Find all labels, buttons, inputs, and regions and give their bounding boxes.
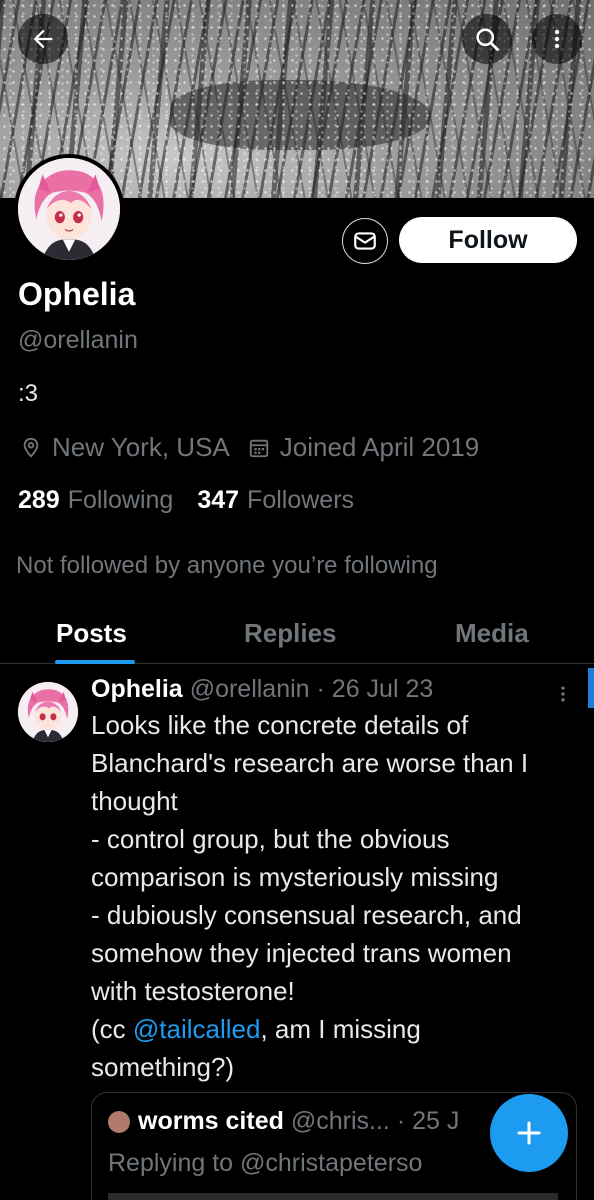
active-tab-indicator	[55, 660, 135, 664]
more-button[interactable]	[532, 14, 582, 64]
post-author[interactable]: Ophelia	[91, 675, 183, 704]
profile-bio: :3	[18, 380, 39, 407]
post-line: Blanchard's research are worse than I	[91, 748, 529, 778]
tab-posts[interactable]: Posts	[56, 618, 127, 649]
cc-prefix: (cc	[91, 1014, 133, 1044]
arrow-left-icon	[33, 29, 53, 49]
profile-joined: Joined April 2019	[279, 432, 480, 462]
following-count: 289	[18, 486, 60, 514]
profile-meta: New York, USA Joined April 2019	[20, 432, 479, 463]
post-line: somehow they injected trans women	[91, 938, 512, 968]
scroll-indicator[interactable]	[588, 668, 594, 708]
followers-count: 347	[197, 486, 240, 514]
location-icon	[20, 436, 42, 460]
calendar-icon	[248, 436, 270, 460]
profile-avatar[interactable]	[14, 154, 124, 264]
quoted-post-author: worms cited	[138, 1107, 284, 1135]
quoted-post-avatar	[108, 1110, 130, 1133]
post-line: - dubiously consensual research, and	[91, 900, 522, 930]
following-link[interactable]: 289 Following	[18, 486, 173, 515]
post-line: Looks like the concrete details of	[91, 710, 469, 740]
more-vertical-icon	[554, 29, 560, 49]
post-line: thought	[91, 786, 178, 816]
search-button[interactable]	[462, 14, 512, 64]
post-line: - control group, but the obvious	[91, 824, 450, 854]
post-avatar-image	[18, 682, 78, 742]
profile-stats: 289 Following 347 Followers	[18, 486, 378, 515]
profile-name: Ophelia	[18, 276, 136, 312]
tab-media[interactable]: Media	[455, 618, 529, 649]
cc-suffix: , am I missing	[260, 1014, 421, 1044]
post-line: comparison is mysteriously missing	[91, 862, 499, 892]
post-meta: @orellanin · 26 Jul 23	[189, 675, 434, 703]
mention-link[interactable]: @tailcalled	[133, 1014, 261, 1044]
quoted-post-content-preview	[108, 1193, 558, 1200]
profile-location: New York, USA	[52, 432, 230, 462]
avatar-image	[18, 158, 120, 260]
following-label: Following	[67, 486, 174, 514]
followers-link[interactable]: 347 Followers	[197, 486, 354, 515]
tab-replies[interactable]: Replies	[244, 618, 337, 649]
post-line: something?)	[91, 1052, 235, 1082]
followers-label: Followers	[247, 486, 355, 514]
message-button[interactable]	[342, 218, 388, 264]
post-body: Looks like the concrete details of Blanc…	[91, 706, 586, 1086]
search-icon	[476, 28, 499, 51]
profile-tabs: Posts Replies Media	[0, 604, 594, 664]
not-followed-notice: Not followed by anyone you’re following	[16, 552, 438, 579]
profile-handle: @orellanin	[18, 326, 138, 354]
back-button[interactable]	[18, 14, 68, 64]
post-line: with testosterone!	[91, 976, 295, 1006]
quoted-post-reply-context: Replying to @christapeterso	[108, 1149, 423, 1177]
follow-button[interactable]: Follow	[399, 217, 577, 263]
post-avatar[interactable]	[18, 682, 78, 742]
quoted-post-meta: @chris... · 25 J	[290, 1107, 460, 1135]
post-line-cc: (cc @tailcalled, am I missing	[91, 1010, 586, 1048]
compose-button[interactable]	[490, 1094, 568, 1172]
quoted-post-header: worms cited @chris... · 25 J	[108, 1107, 459, 1136]
more-vertical-icon	[561, 686, 565, 702]
mail-icon	[354, 232, 376, 250]
plus-icon	[517, 1121, 541, 1145]
post-header: Ophelia @orellanin · 26 Jul 23	[91, 675, 433, 704]
